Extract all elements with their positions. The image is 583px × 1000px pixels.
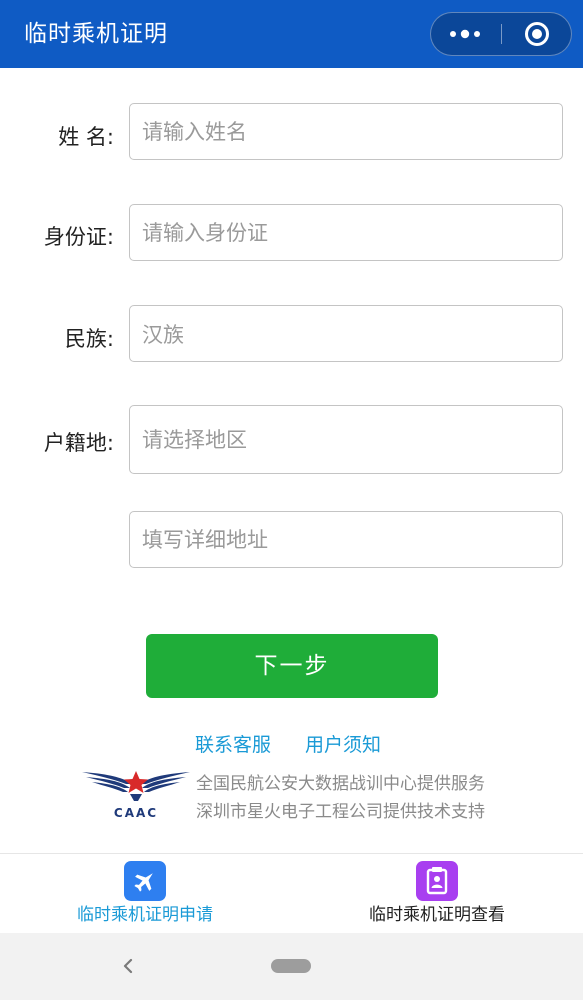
close-button[interactable] [502,13,572,55]
ethnicity-select[interactable] [129,305,563,362]
page-title: 临时乘机证明 [24,21,168,47]
tab-bar: 临时乘机证明申请 临时乘机证明查看 [0,853,583,933]
more-dots-icon [450,29,480,39]
more-button[interactable] [431,13,501,55]
id-card-label: 身份证: [43,225,114,249]
system-nav-bar [0,933,583,1000]
next-step-button[interactable]: 下一步 [146,634,438,698]
id-card-input[interactable] [129,204,563,261]
tab-view-label: 临时乘机证明查看 [369,905,505,925]
user-notice-link[interactable]: 用户须知 [305,731,381,759]
tech-support-credit: 深圳市星火电子工程公司提供技术支持 [196,802,485,822]
tab-apply-label: 临时乘机证明申请 [77,905,213,925]
airplane-icon [124,861,166,901]
svg-text:CAAC: CAAC [114,806,158,820]
id-card-icon [416,861,458,901]
target-circle-icon [525,22,549,46]
tab-view[interactable]: 临时乘机证明查看 [337,854,537,934]
name-input[interactable] [129,103,563,160]
ethnicity-label: 民族: [64,327,114,351]
mini-program-capsule [430,12,572,56]
detail-address-input[interactable] [129,511,563,568]
caac-logo: CAAC [82,771,190,820]
top-bar: 临时乘机证明 [0,0,583,68]
home-pill-icon[interactable] [271,959,311,973]
hometown-label: 户籍地: [43,431,114,455]
name-label: 姓 名: [58,125,114,149]
contact-support-link[interactable]: 联系客服 [195,731,271,759]
tab-apply[interactable]: 临时乘机证明申请 [45,854,245,934]
chevron-left-icon[interactable] [118,953,138,979]
service-credit: 全国民航公安大数据战训中心提供服务 [196,774,485,794]
region-picker[interactable] [129,405,563,474]
